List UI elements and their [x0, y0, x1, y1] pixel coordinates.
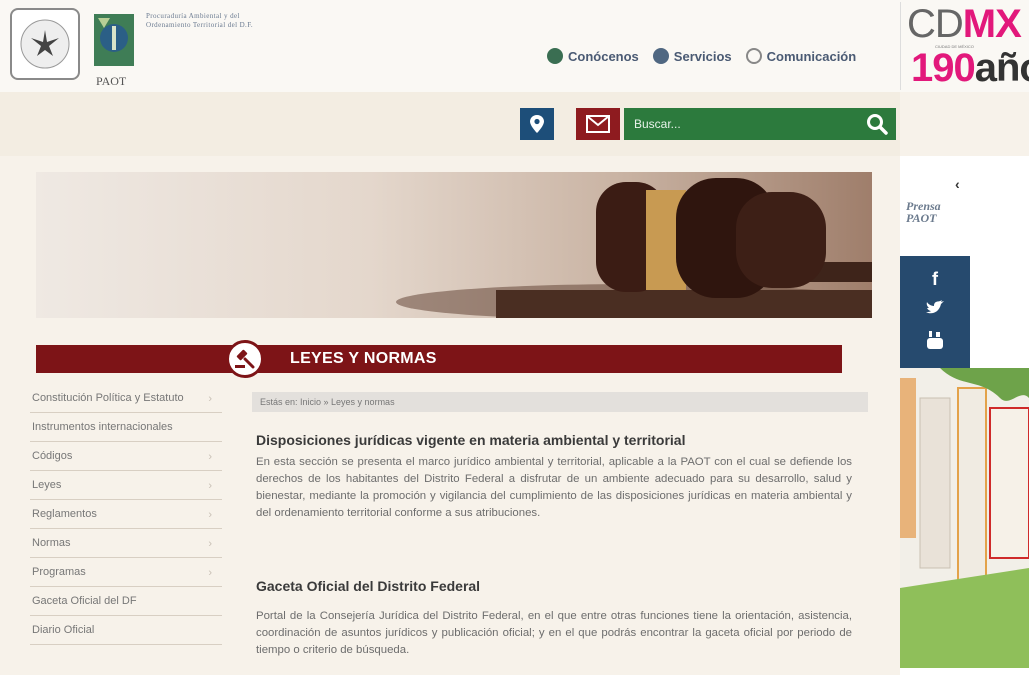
menu-label: Normas [32, 537, 71, 549]
breadcrumb: Estás en: Inicio » Leyes y normas [252, 392, 868, 412]
menu-label: Instrumentos internacionales [32, 421, 173, 433]
collapse-arrow-icon[interactable]: ‹ [955, 176, 960, 192]
site-header: PAOT Procuraduría Ambiental y del Ordena… [0, 0, 1029, 92]
mail-icon [586, 115, 610, 133]
decorative-building-art [900, 368, 1029, 668]
menu-label: Códigos [32, 450, 73, 462]
cdmx-190-logo[interactable]: CDMX CIUDAD DE MÉXICO 190años [900, 2, 1029, 90]
laws-menu: Constitución Política y Estatuto › Instru… [30, 384, 222, 645]
article-title: Disposiciones jurídicas vigente en mater… [256, 432, 686, 448]
gavel-icon [226, 340, 264, 378]
menu-label: Diario Oficial [32, 624, 95, 636]
youtube-icon[interactable] [926, 330, 944, 355]
gavel-image [396, 178, 872, 318]
nav-label: Servicios [673, 48, 732, 64]
paot-logo-icon[interactable] [92, 10, 136, 74]
article-body: Portal de la Consejería Jurídica del Dis… [256, 610, 852, 656]
anios-mark: 190años [911, 46, 1029, 91]
twitter-icon[interactable] [925, 299, 945, 320]
search-input[interactable] [624, 108, 844, 140]
facebook-icon[interactable]: f [932, 269, 938, 290]
cdmx-prefix: CD [907, 2, 964, 46]
government-seal-logo[interactable] [10, 8, 80, 80]
menu-item-constitucion[interactable]: Constitución Política y Estatuto › [30, 384, 222, 413]
location-pin-icon [530, 115, 544, 133]
paot-label: PAOT [96, 74, 127, 88]
nav-conocenos[interactable]: Conócenos [547, 48, 639, 64]
section-title: LEYES Y NORMAS [290, 350, 437, 367]
menu-item-gaceta[interactable]: Gaceta Oficial del DF [30, 587, 222, 616]
youtube-shape [927, 331, 943, 350]
nav-label: Conócenos [568, 48, 639, 64]
chevron-right-icon: › [208, 538, 212, 550]
nav-comunicacion[interactable]: Comunicación [745, 48, 857, 64]
cdmx-highlight: MX [962, 2, 1022, 46]
hero-banner-image [36, 172, 872, 318]
prensa-paot-logo[interactable]: Prensa PAOT [906, 200, 962, 240]
menu-label: Constitución Política y Estatuto [32, 392, 184, 404]
copyright-icon [745, 48, 762, 64]
menu-label: Gaceta Oficial del DF [32, 595, 137, 607]
menu-label: Programas [32, 566, 86, 578]
social-links: f [900, 256, 970, 368]
nav-label: Comunicación [766, 48, 857, 64]
anios-word: años [974, 46, 1029, 90]
tree-icon [547, 48, 563, 64]
mail-button[interactable] [576, 108, 620, 140]
menu-item-diario[interactable]: Diario Oficial [30, 616, 222, 645]
section-title-bar [36, 345, 842, 373]
chevron-right-icon: › [208, 393, 212, 405]
search-bar [624, 108, 896, 140]
article-body: En esta sección se presenta el marco jur… [256, 456, 852, 519]
menu-label: Leyes [32, 479, 62, 491]
menu-item-instrumentos[interactable]: Instrumentos internacionales [30, 413, 222, 442]
cdmx-wordmark: CDMX [907, 2, 1022, 47]
menu-label: Reglamentos [32, 508, 97, 520]
article-title: Gaceta Oficial del Distrito Federal [256, 578, 481, 594]
anios-number: 190 [911, 46, 976, 90]
chevron-right-icon: › [208, 451, 212, 463]
article-disposiciones: Disposiciones jurídicas vigente en mater… [256, 432, 852, 522]
nav-servicios[interactable]: Servicios [652, 48, 732, 64]
twitter-bird-shape [926, 300, 944, 314]
screen-icon [652, 48, 669, 64]
location-button[interactable] [520, 108, 554, 140]
menu-item-codigos[interactable]: Códigos › [30, 442, 222, 471]
menu-item-normas[interactable]: Normas › [30, 529, 222, 558]
chevron-right-icon: › [208, 509, 212, 521]
eagle-seal-icon [20, 19, 70, 69]
menu-item-programas[interactable]: Programas › [30, 558, 222, 587]
org-full-name: Procuraduría Ambiental y del Ordenamient… [146, 12, 254, 29]
chevron-right-icon: › [208, 480, 212, 492]
menu-item-reglamentos[interactable]: Reglamentos › [30, 500, 222, 529]
chevron-right-icon: › [208, 567, 212, 579]
top-navigation: Conócenos Servicios Comunicación [547, 48, 856, 64]
article-gaceta: Gaceta Oficial del Distrito Federal Port… [256, 578, 852, 659]
search-icon[interactable] [866, 113, 888, 135]
menu-item-leyes[interactable]: Leyes › [30, 471, 222, 500]
tool-bar [0, 92, 900, 156]
gavel-glyph [235, 349, 255, 369]
